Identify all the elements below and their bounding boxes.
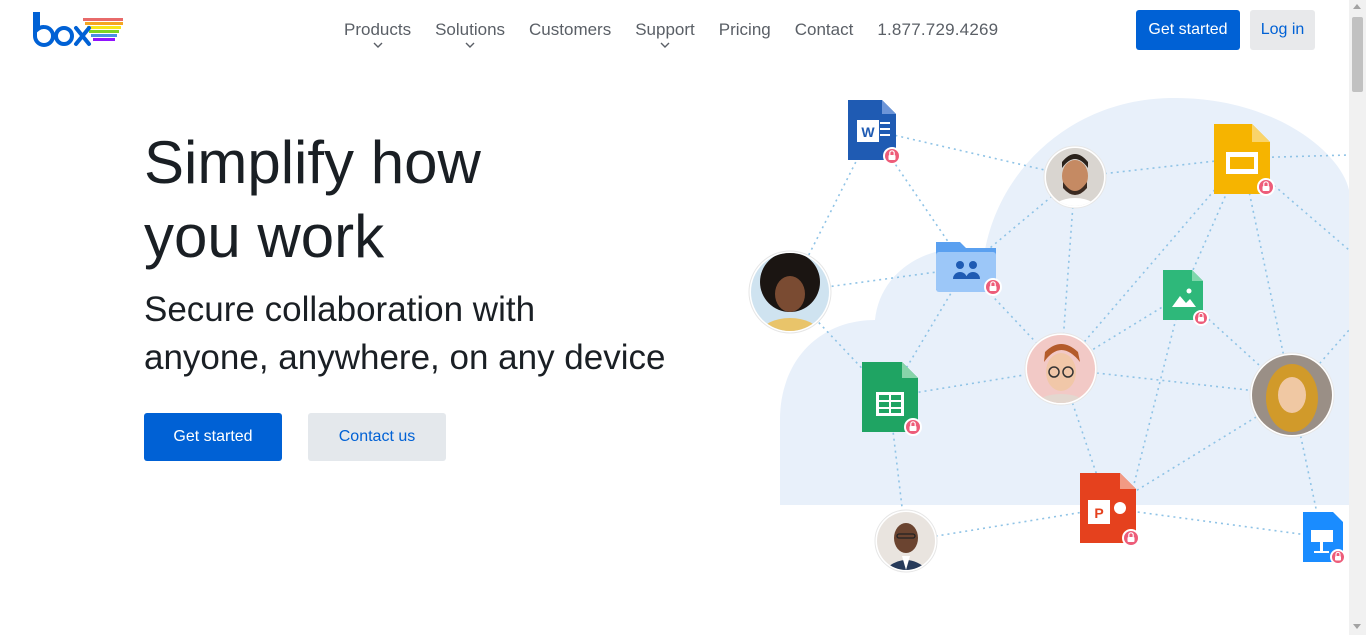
hero-title: Simplify how you work <box>144 126 664 274</box>
svg-text:W: W <box>861 124 875 140</box>
nav-support[interactable]: Support <box>635 19 695 48</box>
svg-text:P: P <box>1094 505 1103 521</box>
hero-title-line2: you work <box>144 203 385 270</box>
chevron-down-icon <box>660 41 670 49</box>
avatar-man-suit <box>874 509 938 573</box>
scroll-up-arrow-icon[interactable] <box>1353 4 1361 9</box>
box-logo[interactable] <box>33 12 125 48</box>
nav-products-label: Products <box>344 20 412 39</box>
nav-products[interactable]: Products <box>344 19 412 48</box>
nav-pricing[interactable]: Pricing <box>719 19 771 41</box>
lock-badge-icon <box>984 278 1002 296</box>
nav-customers[interactable]: Customers <box>529 19 611 41</box>
page-scrollbar[interactable] <box>1349 0 1366 635</box>
chevron-down-icon <box>465 41 475 49</box>
lock-badge-icon <box>1257 178 1275 196</box>
nav-solutions-label: Solutions <box>435 20 506 39</box>
lock-badge-icon <box>904 418 922 436</box>
nav-pricing-label: Pricing <box>718 20 771 39</box>
main-nav: Products Solutions Customers Support Pri… <box>344 19 998 48</box>
login-button[interactable]: Log in <box>1250 10 1315 50</box>
hero-get-started-button[interactable]: Get started <box>144 413 282 461</box>
nav-contact[interactable]: Contact <box>795 19 854 41</box>
hero-subtitle: Secure collaboration with anyone, anywhe… <box>144 286 704 382</box>
site-header: Products Solutions Customers Support Pri… <box>0 0 1349 62</box>
nav-customers-label: Customers <box>529 20 612 39</box>
nav-contact-label: Contact <box>794 20 854 39</box>
avatar-woman-curly <box>748 250 832 334</box>
hero-subtitle-line1: Secure collaboration with <box>144 290 536 329</box>
scrollbar-thumb[interactable] <box>1352 17 1363 92</box>
lock-badge-icon <box>1122 529 1140 547</box>
nav-solutions[interactable]: Solutions <box>435 19 506 48</box>
lock-badge-icon <box>1330 549 1346 565</box>
collaboration-illustration: W P <box>740 90 1349 590</box>
lock-badge-icon <box>1193 310 1209 326</box>
chevron-down-icon <box>373 41 383 49</box>
header-get-started-button[interactable]: Get started <box>1136 10 1240 50</box>
nav-phone-link[interactable]: 1.877.729.4269 <box>877 19 998 41</box>
nav-support-label: Support <box>635 20 695 39</box>
lock-badge-icon <box>883 147 901 165</box>
hero-title-line1: Simplify how <box>144 129 481 196</box>
scroll-down-arrow-icon[interactable] <box>1353 624 1361 629</box>
hero-subtitle-line2: anyone, anywhere, on any device <box>144 338 666 377</box>
contact-us-button[interactable]: Contact us <box>308 413 446 461</box>
